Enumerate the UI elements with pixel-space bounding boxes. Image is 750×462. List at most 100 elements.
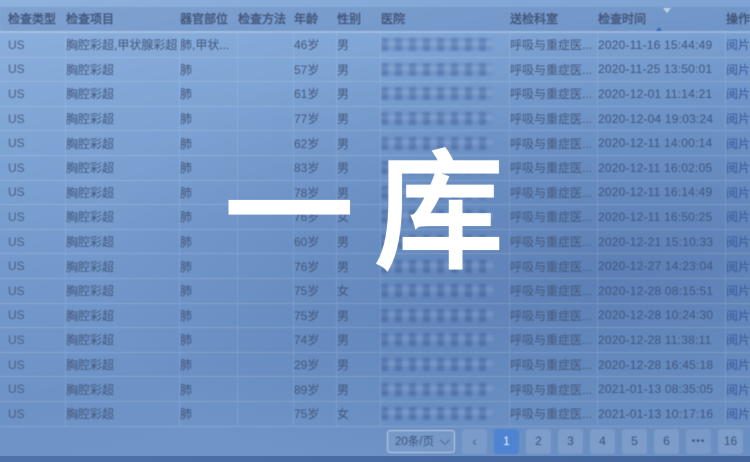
prev-page-button[interactable]: ‹	[462, 429, 487, 454]
cell-exam-type: US	[8, 230, 66, 254]
view-images-link[interactable]: 阅片	[726, 135, 750, 152]
view-images-link[interactable]: 阅片	[726, 282, 750, 299]
cell-age: 74岁	[294, 328, 337, 352]
cell-gender: 男	[337, 107, 381, 131]
view-images-link[interactable]: 阅片	[726, 110, 750, 127]
cell-exam-type: US	[8, 82, 66, 106]
cell-department: 呼吸与重症医...	[510, 131, 598, 155]
col-header-exam-item: 检查项目	[66, 7, 180, 31]
sort-caret-icon[interactable]	[655, 8, 671, 31]
cell-age: 57岁	[294, 58, 337, 82]
table-row[interactable]: US胸腔彩超肺76岁男呼吸与重症医...2020-12-27 14:23:04阅…	[0, 254, 750, 279]
view-images-link[interactable]: 阅片	[726, 307, 750, 324]
cell-organ: 肺	[180, 304, 238, 328]
cell-age: 78岁	[294, 181, 337, 205]
page-button-16[interactable]: 16	[718, 429, 743, 454]
cell-organ: 肺	[180, 328, 238, 352]
page-button-4[interactable]: 4	[590, 429, 615, 454]
cell-exam-item: 胸腔彩超	[66, 58, 180, 82]
cell-time: 2020-12-27 14:23:04	[598, 254, 726, 278]
table-row[interactable]: US胸腔彩超肺29岁男呼吸与重症医...2020-12-28 16:45:18阅…	[0, 353, 750, 378]
view-images-link[interactable]: 阅片	[726, 159, 750, 176]
page-button-6[interactable]: 6	[654, 429, 679, 454]
table-row[interactable]: US胸腔彩超肺60岁男呼吸与重症医...2020-12-21 15:10:33阅…	[0, 230, 750, 255]
cell-hospital	[381, 131, 510, 155]
page-button-3[interactable]: 3	[558, 429, 583, 454]
cell-action: 阅片	[726, 279, 750, 303]
col-header-age: 年龄	[294, 7, 337, 31]
view-images-link[interactable]: 阅片	[726, 233, 750, 250]
cell-gender: 女	[337, 402, 381, 426]
exam-list-screen: 检查类型 检查项目 器官部位 检查方法 年龄 性别 医院 送检科室 检查时间 操…	[0, 0, 750, 462]
cell-age: 46岁	[294, 33, 337, 57]
cell-hospital	[381, 254, 510, 278]
cell-time: 2020-12-11 16:50:25	[598, 205, 726, 229]
cell-gender: 男	[337, 230, 381, 254]
cell-department: 呼吸与重症医...	[510, 107, 598, 131]
view-images-link[interactable]: 阅片	[726, 184, 750, 201]
cell-age: 89岁	[294, 377, 337, 401]
page-button-1[interactable]: 1	[494, 429, 519, 454]
page-size-select[interactable]: 20条/页	[387, 430, 455, 453]
page-ellipsis-button[interactable]: •••	[686, 429, 711, 454]
view-images-link[interactable]: 阅片	[726, 356, 750, 373]
cell-hospital	[381, 230, 510, 254]
view-images-link[interactable]: 阅片	[726, 331, 750, 348]
cell-method	[238, 279, 294, 303]
view-images-link[interactable]: 阅片	[726, 381, 750, 398]
cell-department: 呼吸与重症医...	[510, 181, 598, 205]
cell-time: 2020-12-21 15:10:33	[598, 230, 726, 254]
table-row[interactable]: US胸腔彩超肺78岁男呼吸与重症医...2020-12-11 16:14:49阅…	[0, 181, 750, 206]
cell-action: 阅片	[726, 254, 750, 278]
redacted-hospital-name	[381, 137, 493, 150]
redacted-hospital-name	[381, 186, 493, 199]
cell-action: 阅片	[726, 181, 750, 205]
redacted-hospital-name	[381, 63, 493, 76]
cell-action: 阅片	[726, 205, 750, 229]
table-row[interactable]: US胸腔彩超肺57岁男呼吸与重症医...2020-11-25 13:50:01阅…	[0, 58, 750, 83]
col-header-hospital: 医院	[381, 7, 510, 31]
table-row[interactable]: US胸腔彩超肺62岁男呼吸与重症医...2020-12-11 14:00:14阅…	[0, 131, 750, 156]
cell-age: 75岁	[294, 304, 337, 328]
cell-gender: 男	[337, 181, 381, 205]
table-row[interactable]: US胸腔彩超肺77岁男呼吸与重症医...2020-12-04 19:03:24阅…	[0, 107, 750, 132]
table-row[interactable]: US胸腔彩超肺75岁男呼吸与重症医...2020-12-28 10:24:30阅…	[0, 304, 750, 329]
cell-action: 阅片	[726, 353, 750, 377]
table-row[interactable]: US胸腔彩超肺75岁女呼吸与重症医...2020-12-28 08:15:51阅…	[0, 279, 750, 304]
bottom-strip	[0, 456, 750, 462]
cell-hospital	[381, 82, 510, 106]
sort-caret-down-icon	[663, 8, 671, 27]
table-row[interactable]: US胸腔彩超肺74岁男呼吸与重症医...2020-12-28 11:38:11阅…	[0, 328, 750, 353]
cell-method	[238, 82, 294, 106]
table-row[interactable]: US胸腔彩超肺76岁女呼吸与重症医...2020-12-11 16:50:25阅…	[0, 205, 750, 230]
cell-hospital	[381, 279, 510, 303]
cell-method	[238, 328, 294, 352]
cell-exam-item: 胸腔彩超	[66, 328, 180, 352]
table-row[interactable]: US胸腔彩超肺75岁女呼吸与重症医...2021-01-13 10:17:16阅…	[0, 402, 750, 427]
view-images-link[interactable]: 阅片	[726, 405, 750, 422]
cell-hospital	[381, 328, 510, 352]
redacted-hospital-name	[381, 407, 493, 420]
table-row[interactable]: US胸腔彩超肺83岁男呼吸与重症医...2020-12-11 16:02:05阅…	[0, 156, 750, 181]
cell-organ: 肺	[180, 58, 238, 82]
cell-organ: 肺	[180, 181, 238, 205]
table-row[interactable]: US胸腔彩超肺89岁男呼吸与重症医...2021-01-13 08:35:05阅…	[0, 377, 750, 402]
page-button-2[interactable]: 2	[526, 429, 551, 454]
cell-age: 75岁	[294, 279, 337, 303]
view-images-link[interactable]: 阅片	[726, 36, 750, 53]
col-header-time[interactable]: 检查时间	[598, 7, 726, 31]
cell-action: 阅片	[726, 33, 750, 57]
cell-gender: 男	[337, 156, 381, 180]
cell-organ: 肺	[180, 353, 238, 377]
view-images-link[interactable]: 阅片	[726, 208, 750, 225]
table-row[interactable]: US胸腔彩超,甲状腺彩超肺,甲状...46岁男呼吸与重症医...2020-11-…	[0, 33, 750, 58]
table-row[interactable]: US胸腔彩超肺61岁男呼吸与重症医...2020-12-01 11:14:21阅…	[0, 82, 750, 107]
chevron-down-icon	[440, 435, 450, 445]
cell-time: 2020-12-28 08:15:51	[598, 279, 726, 303]
view-images-link[interactable]: 阅片	[726, 85, 750, 102]
view-images-link[interactable]: 阅片	[726, 258, 750, 275]
cell-hospital	[381, 181, 510, 205]
view-images-link[interactable]: 阅片	[726, 61, 750, 78]
cell-exam-type: US	[8, 328, 66, 352]
page-button-5[interactable]: 5	[622, 429, 647, 454]
